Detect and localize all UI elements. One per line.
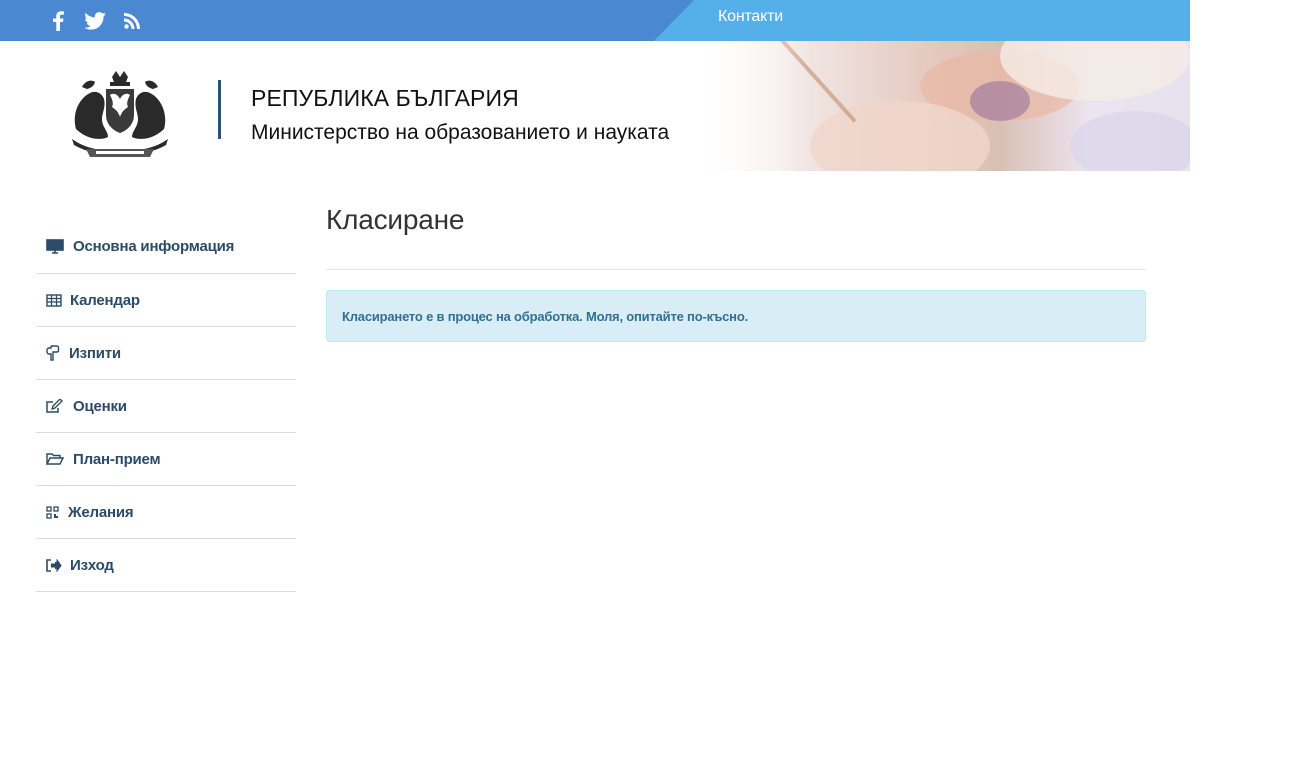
sidebar-item-basic-info[interactable]: Основна информация bbox=[36, 220, 296, 274]
site-header: РЕПУБЛИКА БЪЛГАРИЯ Министерство на образ… bbox=[0, 41, 1190, 171]
folder-open-icon bbox=[46, 451, 66, 467]
sidebar-item-logout[interactable]: Изход bbox=[36, 539, 296, 592]
sidebar-item-wishes[interactable]: Желания bbox=[36, 486, 296, 539]
contacts-link[interactable]: Контакти bbox=[718, 0, 783, 33]
calendar-table-icon bbox=[46, 292, 63, 308]
monitor-icon bbox=[46, 239, 66, 255]
page-title: Класиране bbox=[326, 204, 465, 235]
hand-pointing-icon bbox=[46, 345, 62, 361]
header-ministry-title: Министерство на образованието и науката bbox=[251, 121, 670, 144]
facebook-icon[interactable] bbox=[43, 0, 73, 41]
qrcode-icon bbox=[46, 504, 61, 520]
sidebar-item-admission-plan[interactable]: План-прием bbox=[36, 433, 296, 486]
info-alert: Класирането е в процес на обработка. Мол… bbox=[326, 290, 1146, 342]
info-alert-text: Класирането е в процес на обработка. Мол… bbox=[342, 308, 748, 324]
header-country-title: РЕПУБЛИКА БЪЛГАРИЯ bbox=[251, 85, 519, 111]
sidebar-item-calendar[interactable]: Календар bbox=[36, 274, 296, 327]
twitter-icon[interactable] bbox=[80, 0, 110, 41]
bulgaria-coat-of-arms-logo bbox=[66, 69, 174, 161]
header-divider bbox=[218, 80, 221, 139]
sidebar-item-grades[interactable]: Оценки bbox=[36, 380, 296, 433]
header-photo bbox=[690, 41, 1190, 171]
title-divider bbox=[326, 269, 1146, 270]
rss-icon[interactable] bbox=[117, 0, 147, 41]
sidebar-item-exams[interactable]: Изпити bbox=[36, 327, 296, 380]
sidebar-nav: Основна информация Календар Изпити Оценк… bbox=[36, 220, 296, 592]
sign-out-icon bbox=[46, 557, 63, 573]
top-bar: Контакти bbox=[0, 0, 1190, 41]
edit-icon bbox=[46, 398, 66, 414]
